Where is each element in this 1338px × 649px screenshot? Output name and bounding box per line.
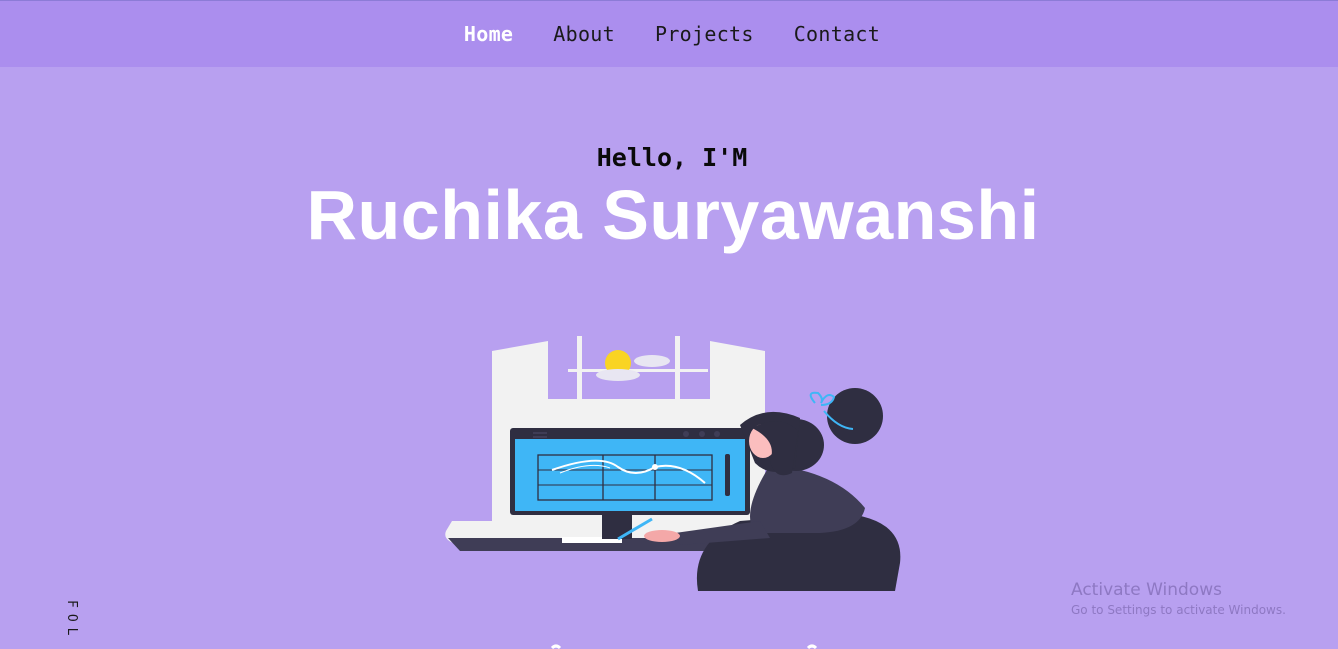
nav-item-projects: Projects <box>655 22 754 46</box>
watermark-subtitle: Go to Settings to activate Windows. <box>1071 603 1286 617</box>
watermark-title: Activate Windows <box>1071 580 1222 600</box>
navbar: Home About Projects Contact <box>0 1 1338 67</box>
nav-list: Home About Projects Contact <box>464 22 880 46</box>
windows-activation-watermark: Activate Windows Go to Settings to activ… <box>1071 580 1286 617</box>
next-heading-peek <box>550 644 818 649</box>
nav-link-projects[interactable]: Projects <box>655 22 754 46</box>
nav-item-home: Home <box>464 22 513 46</box>
nav-link-contact[interactable]: Contact <box>794 22 880 46</box>
hero-name: Ruchika Suryawanshi <box>306 176 1040 254</box>
nav-item-contact: Contact <box>794 22 880 46</box>
nav-link-about[interactable]: About <box>553 22 615 46</box>
follow-sidebar-label: FOL <box>64 600 79 642</box>
hero-greeting: Hello, I'M <box>596 143 748 172</box>
nav-link-home[interactable]: Home <box>464 22 513 46</box>
nav-item-about: About <box>553 22 615 46</box>
person-at-computer-illustration <box>445 336 901 591</box>
